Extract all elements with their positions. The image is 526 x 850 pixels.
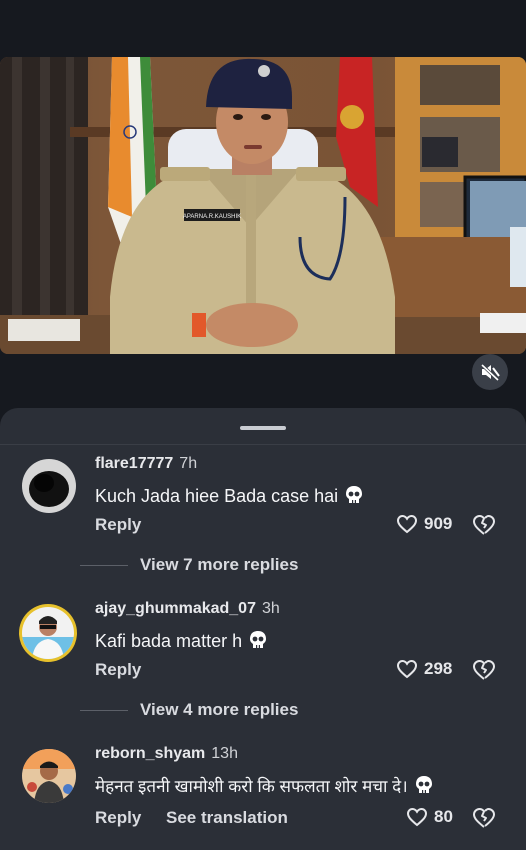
dislike-button[interactable] [472,807,496,834]
avatar[interactable] [19,604,77,662]
broken-heart-icon [473,660,495,680]
like-count: 909 [424,514,453,533]
like-button[interactable]: 80 [406,807,453,827]
see-translation-button[interactable]: See translation [166,808,288,828]
replies-divider-line [80,709,128,711]
heart-icon [396,514,418,534]
video-player[interactable]: APARNA.R.KAUSHIK [0,57,526,354]
comment-text: मेहनत इतनी खामोशी करो कि सफलता शोर मचा द… [95,774,434,800]
reply-button[interactable]: Reply [95,808,141,828]
like-count: 298 [424,659,453,678]
broken-heart-icon [473,808,495,828]
mute-button[interactable] [472,354,508,390]
comment-username[interactable]: flare17777 7h [95,455,197,473]
view-replies-button[interactable]: View 7 more replies [80,555,298,575]
like-button[interactable]: 909 [396,514,452,534]
comment-username[interactable]: ajay_ghummakad_07 3h [95,600,280,618]
avatar[interactable] [22,749,76,803]
speaker-muted-icon [480,363,500,381]
view-replies-button[interactable]: View 4 more replies [80,700,298,720]
heart-icon [406,807,428,827]
like-count: 80 [434,807,453,826]
skull-emoji-icon [248,630,268,655]
heart-icon [396,659,418,679]
comment-time: 13h [211,745,238,762]
avatar[interactable] [22,459,76,513]
skull-emoji-icon [414,775,434,800]
broken-heart-icon [473,515,495,535]
reply-button[interactable]: Reply [95,660,141,680]
dislike-button[interactable] [472,659,496,686]
comment-text: Kafi bada matter h [95,630,268,655]
comment-username[interactable]: reborn_shyam 13h [95,745,238,763]
comment-time: 3h [261,600,280,617]
replies-divider-line [80,564,128,566]
dislike-button[interactable] [472,514,496,541]
comment-text: Kuch Jada hiee Bada case hai [95,485,364,510]
video-frame: APARNA.R.KAUSHIK [0,57,526,354]
comment-time: 7h [179,455,198,472]
like-button[interactable]: 298 [396,659,452,679]
skull-emoji-icon [344,485,364,510]
comment-item: reborn_shyam 13h मेहनत इतनी खामोशी करो कि… [0,742,526,842]
comment-item: flare17777 7h Kuch Jada hiee Bada case ha… [0,452,526,552]
sheet-drag-handle[interactable] [240,426,286,430]
name-badge: APARNA.R.KAUSHIK [183,214,241,220]
comments-sheet: flare17777 7h Kuch Jada hiee Bada case ha… [0,408,526,850]
comment-item: ajay_ghummakad_07 3h Kafi bada matter h R… [0,597,526,697]
reply-button[interactable]: Reply [95,515,141,535]
sheet-divider [0,444,526,445]
